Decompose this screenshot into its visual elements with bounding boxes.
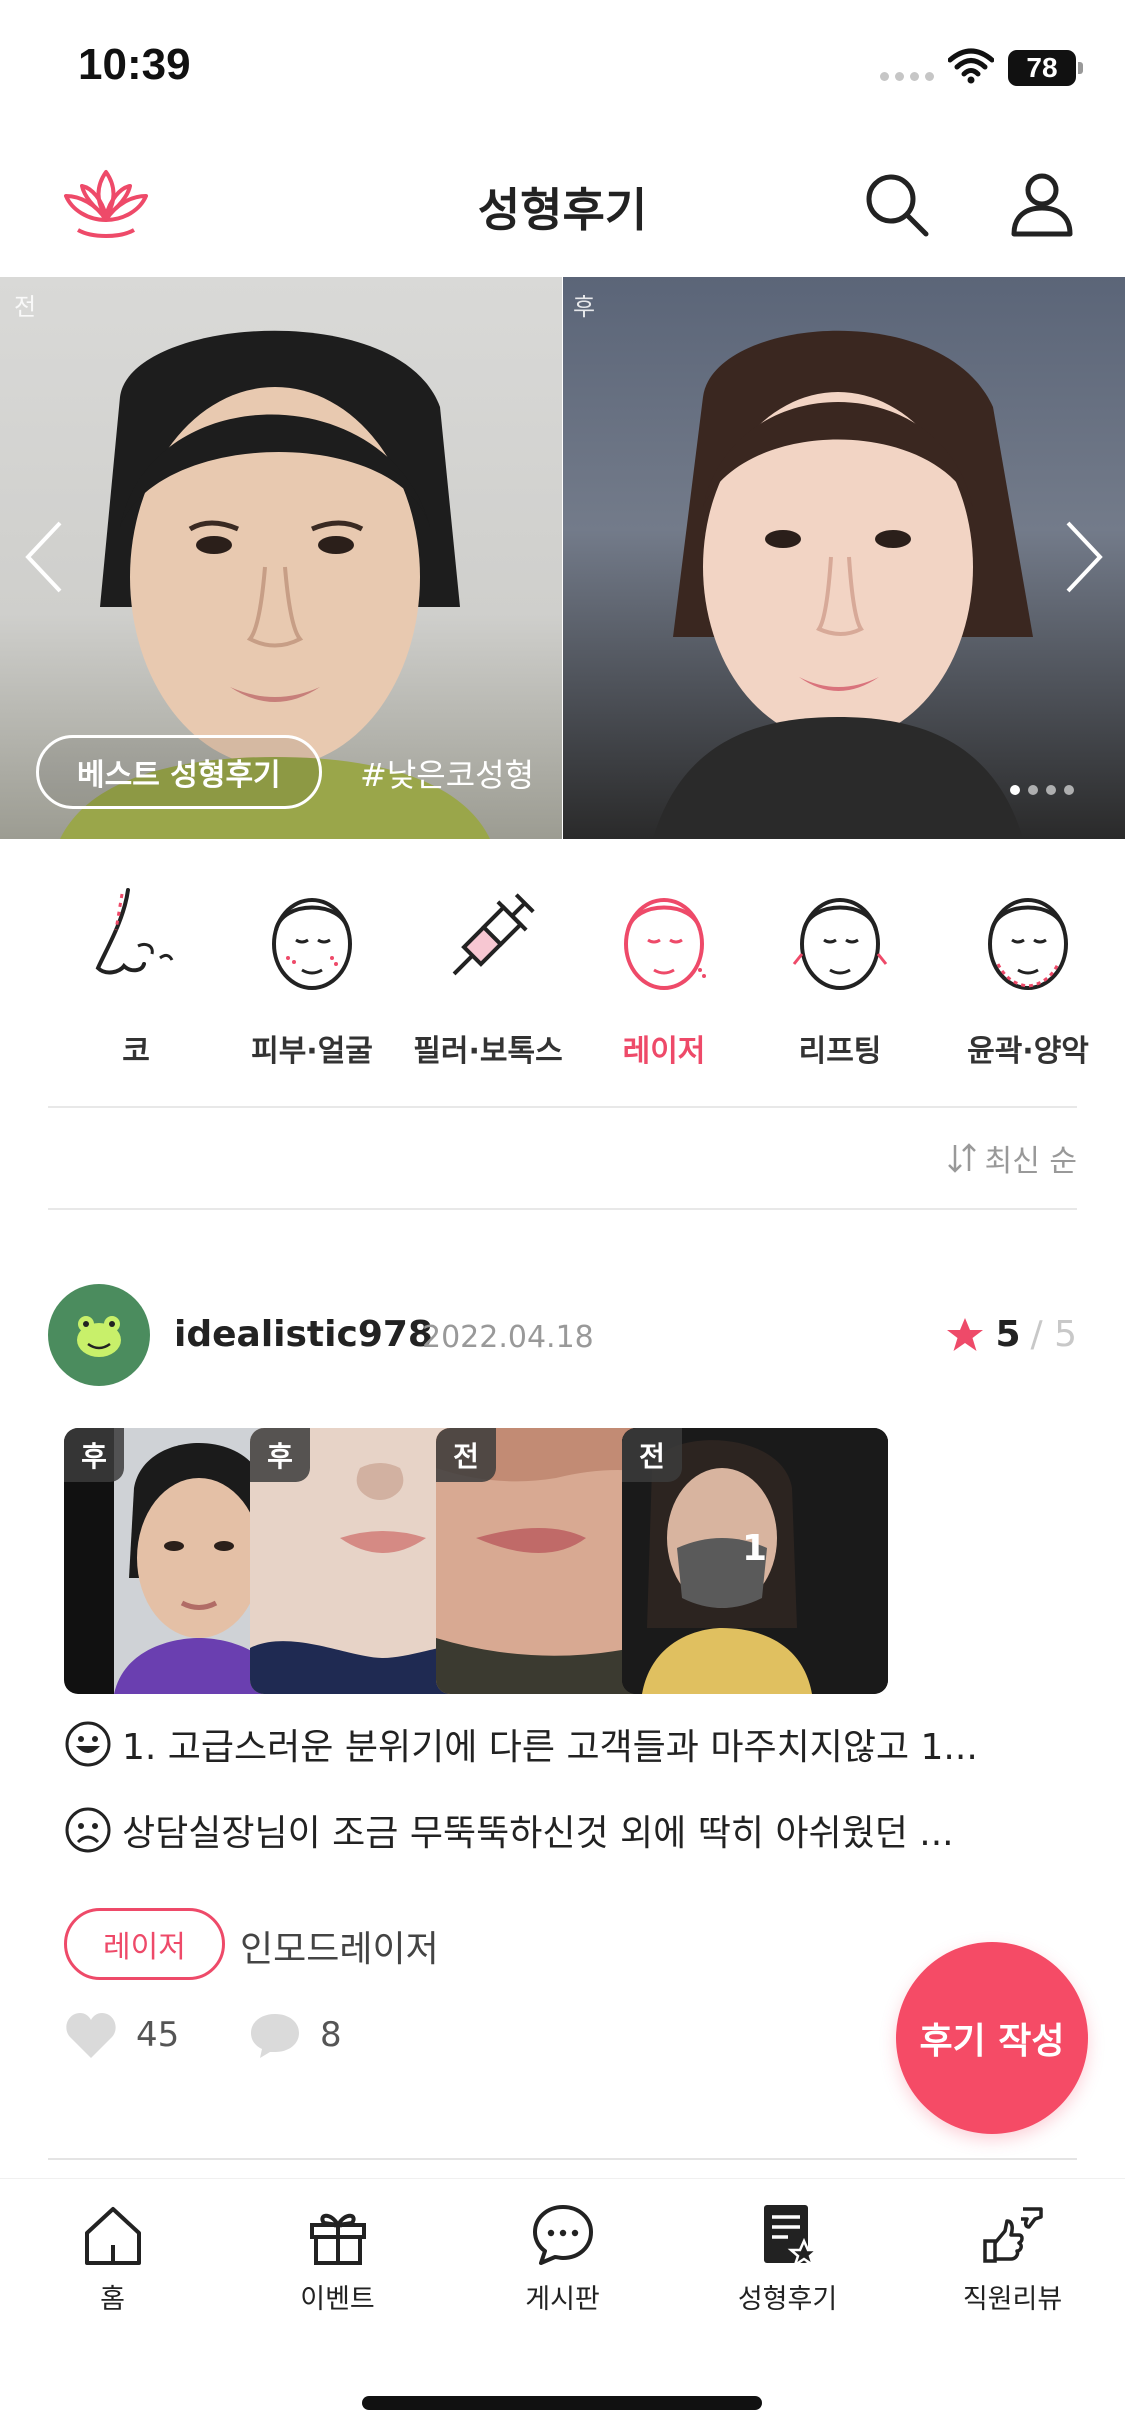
battery-icon: 78 xyxy=(1008,50,1083,86)
sort-button[interactable]: 최신 순 xyxy=(945,1136,1077,1180)
nav-home[interactable]: 홈 xyxy=(0,2201,225,2316)
chat-bubble-icon xyxy=(532,2205,593,2265)
nose-icon xyxy=(95,888,174,975)
nav-event[interactable]: 이벤트 xyxy=(225,2201,450,2316)
best-review-badge[interactable]: 베스트 성형후기 xyxy=(36,735,322,809)
home-icon xyxy=(84,2207,141,2265)
review-username[interactable]: idealistic978 xyxy=(174,1314,433,1355)
sort-label: 최신 순 xyxy=(984,1144,1077,1179)
after-photo: 후 xyxy=(563,277,1125,839)
comment-bubble-icon xyxy=(251,2014,299,2058)
sort-row: 최신 순 xyxy=(0,1110,1125,1210)
review-good-line[interactable]: 1. 고급스러운 분위기에 다른 고객들과 마주치지않고 1... xyxy=(64,1718,1064,1770)
like-button[interactable]: 45 xyxy=(64,2010,179,2060)
lifting-face-icon xyxy=(792,898,888,990)
review-document-icon xyxy=(763,2205,820,2269)
rating-max: / 5 xyxy=(1030,1314,1077,1355)
sort-arrows-icon xyxy=(947,1143,976,1173)
banner-hashtag: #낮은코성형 xyxy=(360,756,535,794)
photo-tag: 전 xyxy=(436,1428,496,1482)
status-bar: 10:39 78 xyxy=(0,0,1125,140)
frowning-face-icon xyxy=(65,1807,111,1853)
chevron-left-icon[interactable] xyxy=(20,517,70,597)
smiling-face-icon xyxy=(65,1721,111,1767)
syringe-icon xyxy=(452,893,535,976)
review-category-chip[interactable]: 레이저 xyxy=(64,1908,225,1980)
nav-reviews[interactable]: 성형후기 xyxy=(675,2201,900,2316)
page-title: 성형후기 xyxy=(477,183,648,237)
contour-face-icon xyxy=(988,898,1068,990)
review-photo-strip[interactable]: 후 후 전 전 1 xyxy=(64,1428,1077,1696)
gift-icon xyxy=(309,2213,366,2265)
category-filler-botox[interactable]: 필러·보톡스 xyxy=(400,860,576,1070)
review-rating: 5 / 5 xyxy=(945,1314,1077,1355)
app-header: 성형후기 xyxy=(0,140,1125,276)
category-label: 필러·보톡스 xyxy=(413,1034,563,1069)
comment-button[interactable]: 8 xyxy=(248,2010,342,2060)
avatar[interactable] xyxy=(48,1284,150,1386)
best-review-banner[interactable]: 전 후 베스트 성형후기 #낮은코성형 xyxy=(0,277,1125,839)
rating-value: 5 xyxy=(995,1314,1021,1355)
after-face-illustration xyxy=(653,330,1033,839)
category-laser[interactable]: 레이저 xyxy=(576,860,752,1070)
user-profile-icon[interactable] xyxy=(1006,168,1078,240)
review-bad-text: 상담실장님이 조금 무뚝뚝하신것 외에 딱히 아쉬웠던 ... xyxy=(122,1813,954,1854)
more-photos-count: 1 xyxy=(742,1528,768,1569)
divider xyxy=(48,2158,1077,2160)
category-skin-face[interactable]: 피부·얼굴 xyxy=(224,860,400,1070)
face-skin-icon xyxy=(272,898,352,990)
laser-face-icon xyxy=(624,898,706,990)
review-date: 2022.04.18 xyxy=(422,1320,594,1355)
category-label: 윤곽·양악 xyxy=(967,1034,1089,1069)
nav-label: 성형후기 xyxy=(737,2284,838,2315)
category-label: 레이저 xyxy=(622,1034,706,1069)
nav-board[interactable]: 게시판 xyxy=(450,2201,675,2316)
divider xyxy=(48,1208,1077,1210)
cellular-signal-icon xyxy=(880,72,934,81)
wifi-icon xyxy=(948,48,994,84)
photo-tag: 후 xyxy=(250,1428,310,1482)
heart-icon xyxy=(66,2013,116,2058)
category-label: 리프팅 xyxy=(798,1034,882,1069)
photo-tag: 전 xyxy=(622,1428,682,1482)
category-nose[interactable]: 코 xyxy=(48,860,224,1070)
nav-label: 이벤트 xyxy=(300,2284,375,2315)
like-count: 45 xyxy=(136,2015,180,2055)
before-tag: 전 xyxy=(14,293,37,321)
carousel-indicator xyxy=(1010,785,1074,795)
category-label: 피부·얼굴 xyxy=(251,1034,373,1069)
status-time: 10:39 xyxy=(78,40,191,89)
category-lifting[interactable]: 리프팅 xyxy=(752,860,928,1070)
thumbs-icon xyxy=(982,2207,1043,2263)
nav-label: 게시판 xyxy=(525,2284,600,2315)
battery-level: 78 xyxy=(1026,52,1058,83)
category-label: 코 xyxy=(122,1034,150,1069)
photo-tag: 후 xyxy=(64,1428,124,1482)
frog-avatar-icon xyxy=(77,1316,121,1357)
review-bad-line[interactable]: 상담실장님이 조금 무뚝뚝하신것 외에 딱히 아쉬웠던 ... xyxy=(64,1804,1064,1856)
category-bar: 코 피부·얼굴 필러·보톡스 레이저 리프팅 윤곽·양악 xyxy=(0,860,1125,1070)
category-contour[interactable]: 윤곽·양악 xyxy=(928,860,1125,1070)
comment-count: 8 xyxy=(320,2015,342,2055)
search-icon[interactable] xyxy=(860,168,932,240)
nav-staff-review[interactable]: 직원리뷰 xyxy=(900,2201,1125,2316)
chevron-right-icon[interactable] xyxy=(1058,517,1108,597)
home-indicator xyxy=(362,2396,762,2410)
review-photo[interactable]: 전 1 xyxy=(622,1428,888,1694)
review-good-text: 1. 고급스러운 분위기에 다른 고객들과 마주치지않고 1... xyxy=(122,1727,978,1768)
star-icon xyxy=(947,1317,984,1351)
nav-label: 직원리뷰 xyxy=(962,2284,1063,2315)
after-tag: 후 xyxy=(573,293,596,321)
nav-label: 홈 xyxy=(100,2284,125,2315)
write-review-button[interactable]: 후기 작성 xyxy=(896,1942,1088,2134)
review-treatment: 인모드레이저 xyxy=(240,1929,439,1970)
bottom-navigation: 홈 이벤트 게시판 성형후기 직원리뷰 xyxy=(0,2178,1125,2328)
divider xyxy=(48,1106,1077,1108)
